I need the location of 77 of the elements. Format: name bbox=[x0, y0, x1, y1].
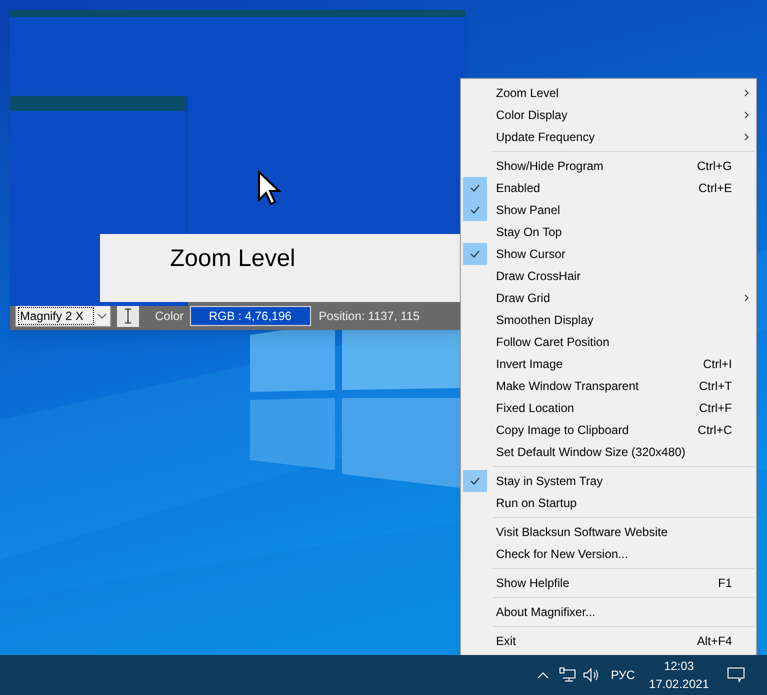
menu-item[interactable]: Make Window Transparent Ctrl+T bbox=[461, 375, 756, 397]
checkmark-icon bbox=[470, 250, 480, 258]
shortcut-text: F1 bbox=[718, 575, 732, 592]
menu-item-label: Fixed Location bbox=[496, 400, 574, 417]
language-indicator[interactable]: РУС bbox=[610, 666, 635, 684]
menu-item-label: Copy Image to Clipboard bbox=[496, 422, 629, 439]
menu-item[interactable]: Run on Startup bbox=[461, 492, 756, 514]
menu-item-label: Show Panel bbox=[496, 202, 560, 219]
menu-item-label: Draw Grid bbox=[496, 290, 550, 307]
menu-item[interactable]: Stay On Top bbox=[461, 221, 756, 243]
chevron-down-icon bbox=[97, 313, 107, 319]
checkmark-icon bbox=[470, 184, 480, 192]
menu-item[interactable]: Enabled Ctrl+E bbox=[461, 177, 756, 199]
shortcut-text: Alt+F4 bbox=[696, 633, 732, 650]
menu-item-label: Make Window Transparent bbox=[496, 378, 639, 395]
menu-item-label: Draw CrossHair bbox=[496, 268, 581, 285]
clock[interactable]: 12:03 17.02.2021 bbox=[648, 657, 709, 693]
menu-item[interactable]: Draw Grid bbox=[461, 287, 756, 309]
time-text: 12:03 bbox=[664, 658, 694, 675]
menu-item[interactable]: Update Frequency bbox=[461, 126, 756, 148]
menu-item[interactable]: Smoothen Display bbox=[461, 309, 756, 331]
zoom-select[interactable]: Magnify 2 X bbox=[15, 305, 111, 327]
text-cursor-icon bbox=[124, 308, 132, 324]
notification-icon[interactable] bbox=[727, 667, 745, 683]
shortcut-text: Ctrl+E bbox=[698, 180, 732, 197]
shortcut-text: Ctrl+I bbox=[702, 356, 732, 373]
menu-item-label: Visit Blacksun Software Website bbox=[496, 524, 668, 541]
menu-item[interactable]: Fixed Location Ctrl+F bbox=[461, 397, 756, 419]
menu-item[interactable]: Show Helpfile F1 bbox=[461, 572, 756, 594]
magnified-menu-text: Zoom Level bbox=[170, 244, 296, 274]
menu-item-label: Show/Hide Program bbox=[496, 158, 604, 175]
menu-item[interactable]: Follow Caret Position bbox=[461, 331, 756, 353]
menu-item-label: Show Cursor bbox=[496, 246, 566, 263]
menu-item-label: Show Helpfile bbox=[496, 575, 570, 592]
menu-item[interactable]: Copy Image to Clipboard Ctrl+C bbox=[461, 419, 756, 441]
color-label: Color bbox=[155, 308, 184, 325]
shortcut-text: Ctrl+T bbox=[699, 378, 732, 395]
speaker-icon[interactable] bbox=[582, 668, 601, 682]
menu-item-label: Check for New Version... bbox=[496, 546, 628, 563]
menu-item[interactable]: Check for New Version... bbox=[461, 543, 756, 565]
color-value: RGB : 4,76,196 bbox=[190, 306, 311, 326]
menu-item-label: Run on Startup bbox=[496, 495, 577, 512]
text-cursor-button[interactable] bbox=[117, 305, 139, 327]
shortcut-text: Ctrl+G bbox=[696, 158, 732, 175]
menu-item-label: Stay On Top bbox=[496, 224, 562, 241]
chevron-up-icon[interactable] bbox=[536, 671, 549, 679]
menu-item-label: About Magnifixer... bbox=[496, 604, 596, 621]
checkmark-icon bbox=[470, 206, 480, 214]
menu-item[interactable]: Show Cursor bbox=[461, 243, 756, 265]
menu-item-label: Set Default Window Size (320x480) bbox=[496, 444, 686, 461]
menu-item[interactable]: Exit Alt+F4 bbox=[461, 630, 756, 652]
menu-item-label: Invert Image bbox=[496, 356, 563, 373]
menu-item-label: Smoothen Display bbox=[496, 312, 594, 329]
menu-item[interactable]: Draw CrossHair bbox=[461, 265, 756, 287]
menu-item[interactable]: Invert Image Ctrl+I bbox=[461, 353, 756, 375]
menu-item[interactable]: Show/Hide Program Ctrl+G bbox=[461, 155, 756, 177]
menu-item[interactable]: Color Display bbox=[461, 104, 756, 126]
menu-item-label: Stay in System Tray bbox=[496, 473, 603, 490]
menu-item[interactable]: Visit Blacksun Software Website bbox=[461, 521, 756, 543]
checkmark-icon bbox=[470, 477, 480, 485]
date-text: 17.02.2021 bbox=[648, 676, 709, 693]
menu-item-label: Enabled bbox=[496, 180, 540, 197]
menu-item[interactable]: Zoom Level bbox=[461, 82, 756, 104]
network-icon[interactable] bbox=[558, 667, 577, 683]
menu-item[interactable]: Show Panel bbox=[461, 199, 756, 221]
menu-item[interactable]: About Magnifixer... bbox=[461, 601, 756, 623]
menu-item-label: Zoom Level bbox=[496, 85, 559, 102]
menu-item-label: Exit bbox=[496, 633, 516, 650]
shortcut-text: Ctrl+C bbox=[698, 422, 732, 439]
menu-item-label: Color Display bbox=[496, 107, 568, 124]
shortcut-text: Ctrl+F bbox=[699, 400, 732, 417]
position-text: Position: 1137, 115 bbox=[318, 308, 420, 325]
cursor-icon bbox=[257, 170, 281, 206]
menu-item[interactable]: Stay in System Tray bbox=[461, 470, 756, 492]
menu-item[interactable]: Set Default Window Size (320x480) bbox=[461, 441, 756, 463]
menu-item-label: Follow Caret Position bbox=[496, 334, 610, 351]
menu-item-label: Update Frequency bbox=[496, 129, 595, 146]
